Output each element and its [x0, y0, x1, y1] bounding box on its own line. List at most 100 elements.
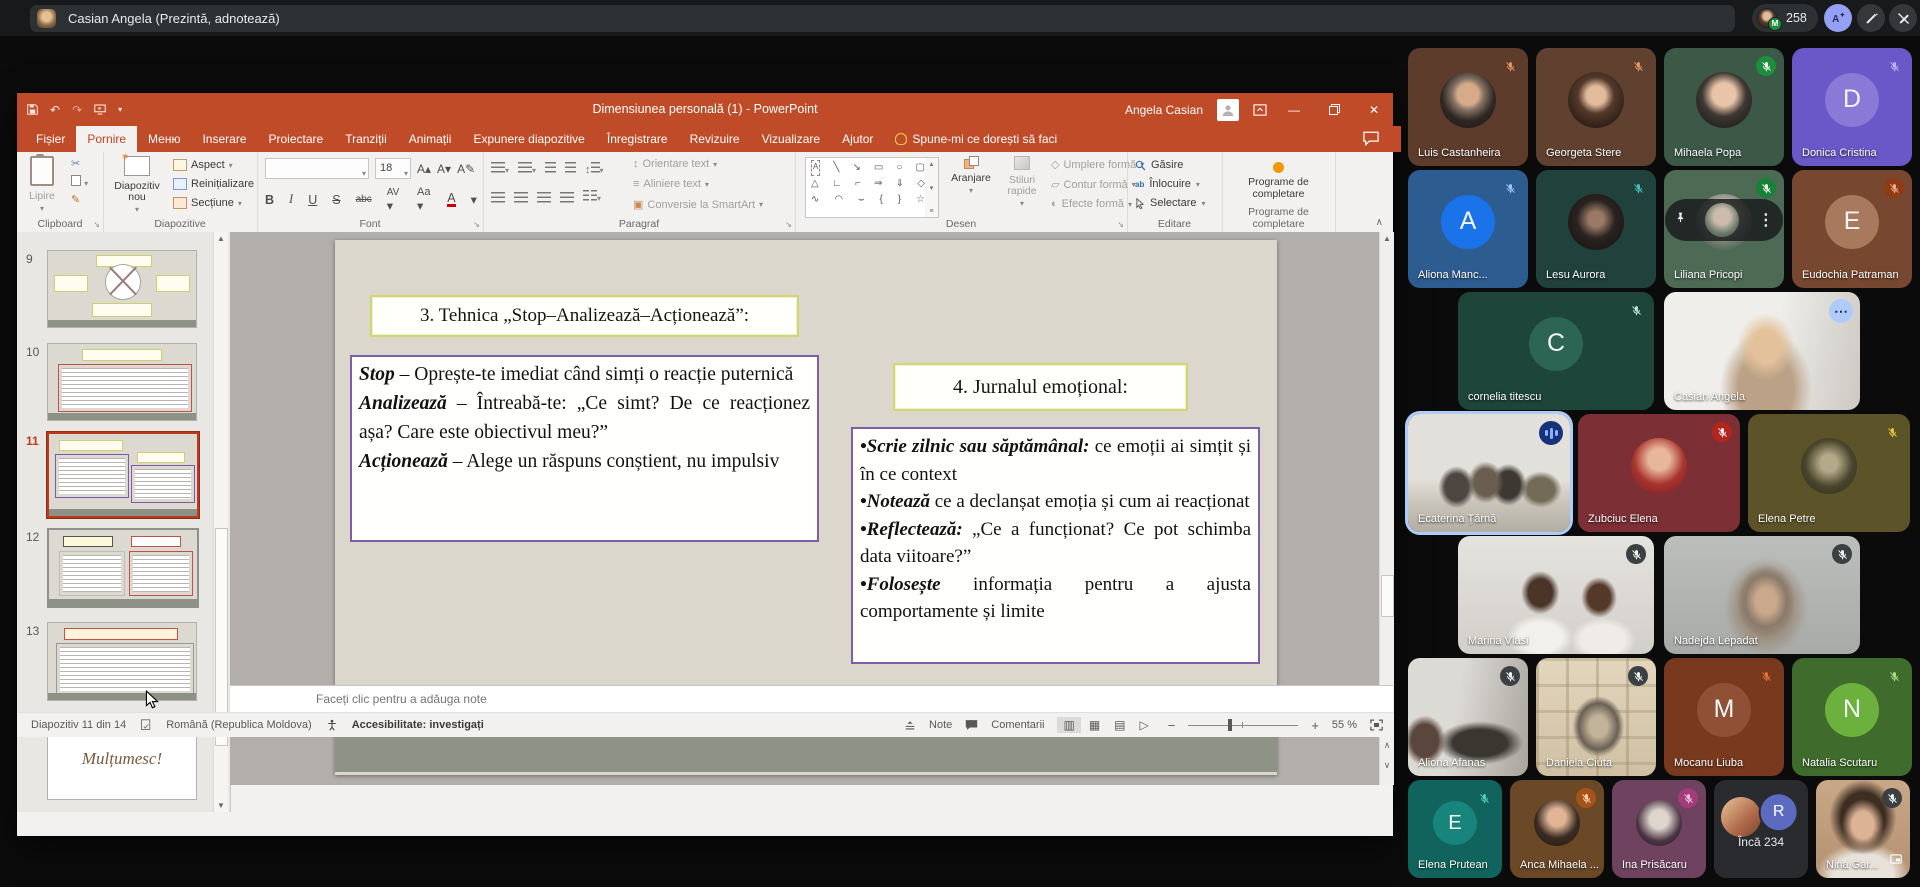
zoom-in-button[interactable]: +: [1311, 718, 1319, 733]
tab-tranziții[interactable]: Tranziții: [334, 126, 398, 152]
participant-tile-liliana-pricopi[interactable]: Liliana Pricopi⋮: [1664, 170, 1784, 288]
participant-tile-încă-234[interactable]: RÎncă 234: [1714, 780, 1808, 878]
italic-button[interactable]: I: [289, 192, 293, 207]
tab-animații[interactable]: Animații: [398, 126, 463, 152]
participant-tile-cornelia-titescu[interactable]: Ccornelia titescu: [1458, 292, 1654, 410]
participant-tile-mihaela-popa[interactable]: Mihaela Popa: [1664, 48, 1784, 166]
copy-icon[interactable]: ▾: [71, 175, 88, 190]
notes-toggle[interactable]: Note: [929, 719, 952, 731]
participant-tile-ecaterina-țărnă[interactable]: Ecaterina Țărnă: [1408, 414, 1570, 532]
journal-title-box[interactable]: 4. Jurnalul emoțional:: [893, 363, 1188, 411]
tab-ajutor[interactable]: Ajutor: [831, 126, 884, 152]
addins-button[interactable]: Programe de completare: [1230, 156, 1327, 200]
tab-vizualizare[interactable]: Vizualizare: [751, 126, 831, 152]
participant-tile-luis-castanheira[interactable]: Luis Castanheira: [1408, 48, 1528, 166]
dialog-launcher-icon[interactable]: ↘: [785, 220, 792, 229]
increase-indent-button[interactable]: [565, 160, 576, 178]
participant-tile-aliona-manc[interactable]: AAliona Manc...: [1408, 170, 1528, 288]
strikethrough-button[interactable]: S: [332, 193, 340, 207]
tab-spune-mi-ce-dorești-să-faci[interactable]: Spune-mi ce dorești să faci: [884, 126, 1068, 152]
cut-icon[interactable]: ✂: [71, 158, 88, 171]
shapes-gallery-scroll[interactable]: ▴▾≡: [925, 157, 939, 218]
tab-proiectare[interactable]: Proiectare: [258, 126, 335, 152]
line-spacing-button[interactable]: ↕▾: [585, 160, 604, 178]
participant-tile-lesu-aurora[interactable]: Lesu Aurora: [1536, 170, 1656, 288]
smartart-button[interactable]: ▣Conversie la SmartArt▾: [633, 198, 763, 211]
pin-button[interactable]: [1674, 211, 1687, 229]
font-color-button[interactable]: A: [447, 193, 455, 207]
paste-button[interactable]: Lipire▾: [21, 156, 63, 216]
align-text-button[interactable]: ≡Aliniere text▾: [633, 178, 709, 190]
select-button[interactable]: Selectare▾: [1135, 197, 1206, 209]
clear-formatting-button[interactable]: A✎: [457, 162, 475, 176]
layout-button[interactable]: Aspect▾: [173, 159, 233, 171]
normal-view-button[interactable]: ▥: [1057, 717, 1080, 733]
find-button[interactable]: Găsire: [1135, 159, 1183, 171]
account-name[interactable]: Angela Casian: [1125, 103, 1203, 117]
arrange-button[interactable]: Aranjare▾: [947, 156, 995, 216]
font-name-combo[interactable]: ▾: [265, 158, 369, 179]
participant-tile-casian-angela[interactable]: Casian Angela⋯: [1664, 292, 1860, 410]
notes-toggle-icon[interactable]: [904, 720, 916, 731]
more-options-button[interactable]: ⋯: [1829, 299, 1853, 323]
participant-tile-georgeta-stere[interactable]: Georgeta Stere: [1536, 48, 1656, 166]
zoom-out-button[interactable]: −: [1168, 718, 1176, 733]
pip-button[interactable]: [1889, 852, 1903, 871]
replace-button[interactable]: ab Înlocuire▾: [1135, 178, 1200, 190]
close-button[interactable]: ✕: [1361, 103, 1387, 117]
dialog-launcher-icon[interactable]: ↘: [93, 220, 100, 229]
participant-tile-eudochia-patraman[interactable]: EEudochia Patraman: [1792, 170, 1912, 288]
participant-tile-elena-prutean[interactable]: EElena Prutean: [1408, 780, 1502, 878]
restore-button[interactable]: [1321, 103, 1347, 117]
shapes-gallery[interactable]: A╲↘▭○▢ △∟⌐⇒⇓◇ ∿◠⌣{}☆: [805, 157, 931, 218]
slideshow-view-button[interactable]: ▷: [1134, 717, 1155, 733]
character-spacing-button[interactable]: AV ▾: [387, 187, 402, 213]
comments-icon[interactable]: [965, 719, 978, 731]
slide-thumbnail-11[interactable]: [47, 432, 199, 518]
language-indicator[interactable]: Română (Republica Moldova): [166, 719, 312, 731]
previous-slide-icon[interactable]: ∧: [1380, 740, 1394, 751]
participant-tile-nadejda-lepadat[interactable]: Nadejda Lepadat: [1664, 536, 1860, 654]
slide-thumbnail-12[interactable]: [47, 528, 199, 608]
new-slide-button[interactable]: ✶ Diapozitiv nou▾: [107, 156, 167, 216]
participant-tile-mocanu-liuba[interactable]: MMocanu Liuba: [1664, 658, 1784, 776]
tab-revizuire[interactable]: Revizuire: [679, 126, 751, 152]
dialog-launcher-icon[interactable]: ↘: [1117, 220, 1124, 229]
accessibility-status[interactable]: Accesibilitate: investigați: [352, 719, 484, 731]
align-center-button[interactable]: [514, 192, 528, 203]
tab-înregistrare[interactable]: Înregistrare: [596, 126, 679, 152]
font-color-dropdown[interactable]: ▾: [471, 192, 477, 207]
zoom-slider-thumb[interactable]: [1228, 719, 1232, 731]
shape-outline-button[interactable]: ▱Contur formă▾: [1051, 178, 1136, 191]
shape-effects-button[interactable]: ◐Efecte formă▾: [1051, 198, 1132, 210]
slide-title-box[interactable]: 3. Tehnica „Stop–Analizează–Acționează”:: [370, 295, 799, 337]
font-size-combo[interactable]: 18▾: [375, 158, 411, 179]
columns-button[interactable]: ▾: [583, 188, 601, 206]
decrease-indent-button[interactable]: [545, 160, 556, 178]
ribbon-display-options-icon[interactable]: [1253, 104, 1267, 116]
reset-button[interactable]: Reinițializare: [173, 178, 254, 190]
participant-tile-aliona-afanas[interactable]: Aliona Afanas: [1408, 658, 1528, 776]
dialog-launcher-icon[interactable]: ↘: [473, 220, 480, 229]
next-slide-icon[interactable]: ∨: [1380, 760, 1394, 771]
text-shadow-button[interactable]: abc: [356, 194, 372, 205]
slide-thumbnail-13[interactable]: [47, 622, 197, 701]
grow-font-button[interactable]: A▴: [417, 162, 431, 176]
zoom-slider[interactable]: [1188, 718, 1298, 732]
format-painter-icon[interactable]: ✎: [71, 194, 88, 207]
tile-menu-button[interactable]: ⋮: [1758, 210, 1774, 230]
align-left-button[interactable]: [491, 192, 505, 203]
tab-fișier[interactable]: Fișier: [25, 126, 76, 152]
participant-tile-nina-gar[interactable]: Nina Gar...: [1816, 780, 1910, 878]
section-button[interactable]: Secțiune▾: [173, 197, 242, 209]
numbering-button[interactable]: ▾: [518, 160, 536, 178]
stop-text-box[interactable]: Stop – Oprește-te imediat când simți o r…: [350, 355, 819, 542]
change-case-button[interactable]: Aa ▾: [417, 186, 432, 213]
tab-inserare[interactable]: Inserare: [191, 126, 257, 152]
journal-text-box[interactable]: •Scrie zilnic sau săptămânal: ce emoții …: [851, 427, 1260, 664]
tab-expunere-diapozitive[interactable]: Expunere diapozitive: [462, 126, 595, 152]
slide-thumbnail-10[interactable]: [47, 343, 197, 421]
text-orientation-button[interactable]: ↕Orientare text▾: [633, 158, 717, 170]
tab-pornire[interactable]: Pornire: [76, 126, 137, 152]
scroll-up-icon[interactable]: ▲: [1380, 234, 1394, 243]
